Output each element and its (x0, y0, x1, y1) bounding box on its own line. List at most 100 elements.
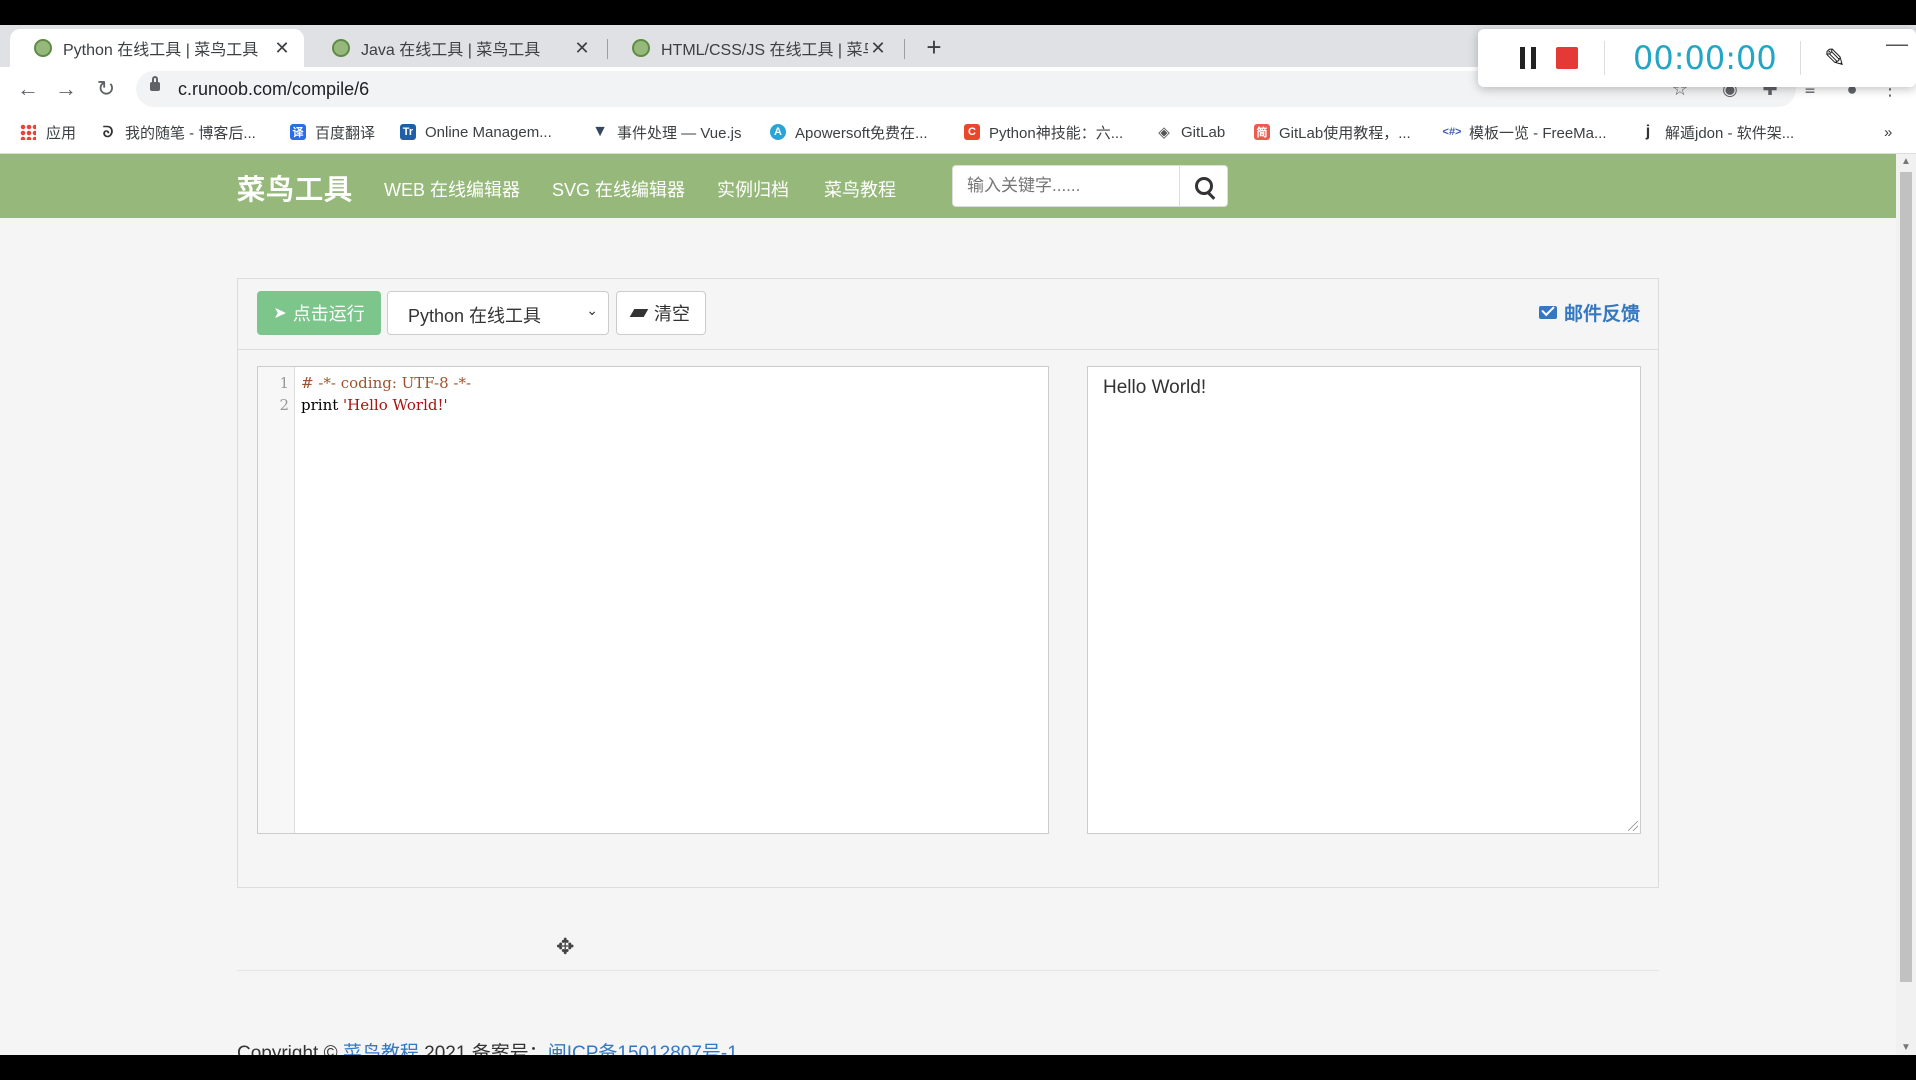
resize-handle-icon[interactable] (1628, 821, 1638, 831)
runoob-favicon-icon (632, 39, 650, 57)
scroll-up-icon[interactable]: ▲ (1901, 156, 1911, 167)
run-button[interactable]: ➤ 点击运行 (257, 291, 381, 335)
clear-button[interactable]: 清空 (616, 291, 706, 335)
search-input[interactable] (952, 165, 1180, 207)
bookmarks-bar: 应用 ᘐ 我的随笔 - 博客后... 译 百度翻译 Tr Online Mana… (0, 111, 1916, 154)
bookmark-label: 事件处理 — Vue.js (617, 124, 742, 142)
nav-svg-editor[interactable]: SVG 在线编辑器 (552, 176, 685, 202)
output-area[interactable]: Hello World! (1087, 366, 1641, 834)
eraser-icon (629, 309, 649, 317)
chevron-down-icon: ⌄ (586, 302, 598, 318)
bookmark-cnblogs[interactable]: ᘐ 我的随笔 - 博客后... (100, 121, 256, 143)
reload-icon[interactable]: ↻ (92, 75, 120, 103)
tab-title: Python 在线工具 | 菜鸟工具 (63, 42, 259, 59)
bookmark-gitlab-tutorial[interactable]: 简 GitLab使用教程，... (1254, 121, 1411, 143)
language-select[interactable]: Python 在线工具 ⌄ (387, 291, 609, 335)
close-icon[interactable]: ✕ (572, 38, 592, 59)
paper-plane-icon: ➤ (273, 305, 287, 322)
screen-recorder-panel: 00:00:00 ✎ — (1478, 29, 1916, 87)
bookmark-label: GitLab使用教程，... (1279, 124, 1411, 142)
footer-icp-link[interactable]: 闽ICP备15012807号-1 (548, 1043, 738, 1055)
bookmark-label: 解遁jdon - 软件架... (1665, 124, 1795, 142)
c-icon: C (964, 124, 980, 140)
pause-icon[interactable] (1520, 47, 1538, 69)
bookmark-label: Python神技能：六... (989, 124, 1124, 142)
bookmark-online-management[interactable]: Tr Online Managem... (400, 121, 552, 143)
close-icon[interactable]: ✕ (272, 38, 292, 59)
tab-separator (904, 39, 905, 59)
footer-runoob-link[interactable]: 菜鸟教程 (343, 1043, 419, 1055)
recorder-divider (1800, 41, 1801, 75)
code-editor[interactable]: 1 2 # -*- coding: UTF-8 -*- print 'Hello… (257, 366, 1049, 834)
pen-icon[interactable]: ✎ (1824, 43, 1846, 74)
tab-java[interactable]: Java 在线工具 | 菜鸟工具 ✕ (308, 29, 604, 67)
feedback-link[interactable]: 邮件反馈 (1538, 299, 1640, 326)
gitlab-icon: ◈ (1158, 124, 1170, 141)
run-label: 点击运行 (292, 304, 365, 324)
output-text: Hello World! (1103, 377, 1207, 398)
close-icon[interactable]: ✕ (868, 38, 888, 59)
scroll-thumb[interactable] (1900, 172, 1912, 982)
bookmark-apowersoft[interactable]: A Apowersoft免费在... (770, 121, 928, 143)
ime-menu-icon[interactable]: ⋮ (1584, 1054, 1598, 1055)
feedback-label: 邮件反馈 (1563, 304, 1640, 325)
browser-window: Python 在线工具 | 菜鸟工具 ✕ Java 在线工具 | 菜鸟工具 ✕ … (0, 25, 1916, 1055)
bookmark-vue[interactable]: ▼ 事件处理 — Vue.js (592, 121, 741, 143)
line-number-gutter: 1 2 (258, 367, 295, 833)
jianshu-icon: 简 (1254, 124, 1270, 140)
lock-icon (150, 76, 160, 91)
forward-arrow-icon[interactable]: → (52, 75, 80, 103)
code-line-2[interactable]: print 'Hello World!' (301, 396, 448, 414)
runoob-favicon-icon (34, 39, 52, 57)
runoob-favicon-icon (332, 39, 350, 57)
line-number: 1 (279, 374, 289, 392)
language-value: Python 在线工具 (408, 306, 542, 326)
tab-title: HTML/CSS/JS 在线工具 | 菜鸟工 (661, 42, 868, 59)
scrollbar[interactable]: ▲ ▼ (1896, 154, 1916, 1055)
bookmark-apps[interactable]: 应用 (20, 121, 76, 143)
code-string: 'Hello World!' (343, 396, 448, 414)
site-header: 菜鸟工具 WEB 在线编辑器 SVG 在线编辑器 实例归档 菜鸟教程 (0, 154, 1896, 218)
apowersoft-icon: A (770, 124, 786, 140)
divider (237, 970, 1659, 971)
bookmark-label: 我的随笔 - 博客后... (125, 124, 256, 142)
footer-copyright: Copyright © (237, 1043, 343, 1055)
bookmark-label: 模板一览 - FreeMa... (1469, 124, 1607, 142)
move-cursor-icon: ✥ (556, 934, 575, 959)
tab-python[interactable]: Python 在线工具 | 菜鸟工具 ✕ (10, 29, 304, 67)
bookmark-gitlab[interactable]: ◈ GitLab (1156, 121, 1225, 143)
tab-html[interactable]: HTML/CSS/JS 在线工具 | 菜鸟工 ✕ (608, 29, 900, 67)
code-line-1[interactable]: # -*- coding: UTF-8 -*- (301, 374, 471, 392)
bookmark-python-skills[interactable]: C Python神技能：六... (964, 121, 1123, 143)
footer-icp-label: 2021 备案号： (418, 1043, 548, 1055)
scroll-down-icon[interactable]: ▼ (1901, 1042, 1911, 1053)
code-keyword: print (301, 396, 344, 414)
bookmark-jdon[interactable]: j 解遁jdon - 软件架... (1640, 121, 1794, 143)
cnblogs-icon: ᘐ (102, 123, 114, 141)
site-logo[interactable]: 菜鸟工具 (237, 168, 353, 208)
tab-title: Java 在线工具 | 菜鸟工具 (361, 42, 541, 59)
recorder-divider (1604, 41, 1605, 75)
stop-icon[interactable] (1556, 47, 1578, 69)
url-text: c.runoob.com/compile/6 (178, 79, 370, 99)
nav-examples[interactable]: 实例归档 (717, 176, 789, 202)
clear-label: 清空 (654, 304, 690, 324)
compiler-toolbar: ➤ 点击运行 Python 在线工具 ⌄ 清空 邮件反馈 (238, 279, 1658, 350)
bookmark-baidu-translate[interactable]: 译 百度翻译 (290, 121, 375, 143)
bookmark-label: Online Managem... (425, 123, 552, 141)
tr-icon: Tr (400, 124, 416, 140)
nav-web-editor[interactable]: WEB 在线编辑器 (384, 176, 520, 202)
back-arrow-icon[interactable]: ← (14, 75, 42, 103)
search-button[interactable] (1180, 165, 1228, 207)
search-icon (1195, 177, 1213, 195)
new-tab-button[interactable]: + (920, 33, 948, 61)
jdon-icon: j (1645, 123, 1651, 140)
minimize-icon[interactable]: — (1886, 31, 1908, 57)
apps-grid-icon (20, 124, 36, 140)
bookmark-label: Apowersoft免费在... (795, 124, 928, 142)
bookmarks-more-button[interactable]: » (1884, 121, 1892, 143)
bookmark-freemarker[interactable]: <#> 模板一览 - FreeMa... (1443, 121, 1607, 143)
compiler-panel: ➤ 点击运行 Python 在线工具 ⌄ 清空 邮件反馈 1 2 # -*- c… (237, 278, 1659, 888)
nav-tutorial[interactable]: 菜鸟教程 (824, 176, 896, 202)
sogou-ime-icon[interactable]: S (1548, 1054, 1572, 1055)
